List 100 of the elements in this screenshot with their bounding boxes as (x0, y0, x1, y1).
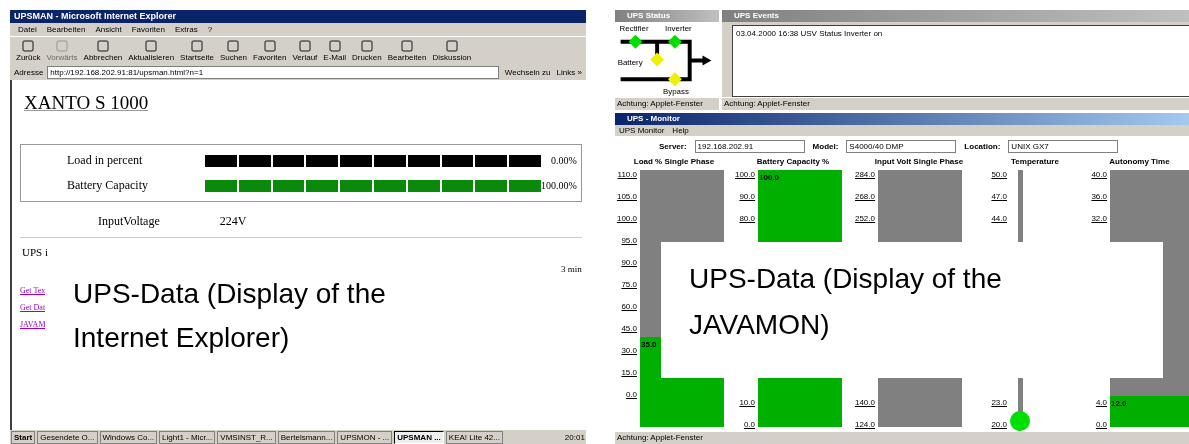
address-label: Adresse (14, 68, 44, 77)
voltage-value: 224V (219, 214, 247, 229)
input-field[interactable]: UNIX GX7 (1008, 140, 1119, 153)
node-label: Rectifier (619, 23, 649, 33)
taskbar-button[interactable]: KEA! Lite 42... (445, 430, 503, 444)
input-field[interactable]: S4000/40 DMP (846, 140, 957, 153)
toolbar-button[interactable]: Verlauf (290, 39, 320, 63)
gauge-title: Temperature (1010, 157, 1060, 168)
page-heading: XANTO S 1000 (24, 92, 149, 114)
tick-label: 105.0 (615, 192, 637, 201)
taskbar-button[interactable]: VMSINST_R... (217, 430, 276, 444)
tick-label: 268.0 (853, 192, 875, 201)
menu-item[interactable]: Extras (175, 25, 198, 34)
toolbar-button[interactable]: Abbrechen (81, 39, 125, 63)
menu-item[interactable]: UPS Monitor (619, 126, 665, 135)
gauge-value: 12.0 (1111, 399, 1127, 409)
bar-label: Load in percent (66, 153, 144, 168)
tick-label: 124.0 (853, 420, 875, 429)
tick-label: 44.0 (990, 214, 1007, 223)
square-icon (360, 40, 373, 52)
node-label: Battery (617, 58, 643, 68)
menu-item[interactable]: Ansicht (95, 25, 122, 34)
menu-item[interactable]: Help (672, 126, 689, 135)
toolbar-button[interactable]: Favoriten (251, 39, 289, 63)
tick-label: 36.0 (1090, 192, 1107, 201)
taskbar-button[interactable]: Bertelsmann... (277, 430, 336, 444)
status-bar: Achtung: Applet-Fenster (722, 97, 1189, 110)
square-icon (227, 40, 240, 52)
gauge-title: Battery Capacity % (755, 157, 831, 168)
window-title: UPS Events (722, 10, 1189, 22)
gauge-value: 100.0 (759, 173, 780, 182)
tick-label: 100.0 (615, 214, 637, 223)
taskbar-button[interactable]: UPSMAN ... (394, 430, 444, 444)
square-icon (145, 40, 158, 52)
status-bar: Achtung: Applet-Fenster (615, 431, 1189, 444)
window-title: UPS Status (615, 10, 719, 22)
voltage-label: InputVoltage (98, 214, 160, 229)
window-title: UPSMAN - Microsoft Internet Explorer (10, 10, 586, 23)
tick-label: 47.0 (990, 192, 1007, 201)
menu-item[interactable]: Favoriten (131, 25, 165, 34)
square-icon (96, 40, 109, 52)
square-icon (298, 40, 311, 52)
square-icon (263, 40, 276, 52)
field-label: Location: (964, 142, 1001, 151)
page-link[interactable]: Get Tex (20, 286, 46, 295)
toolbar-button[interactable]: E-Mail (321, 39, 348, 63)
menu-item[interactable]: Datei (18, 25, 37, 34)
square-icon (56, 40, 68, 52)
tick-label: 0.0 (624, 390, 637, 399)
tick-label: 0.0 (742, 420, 755, 429)
square-icon (22, 40, 35, 52)
gauge-title: Autonomy Time (1108, 157, 1171, 168)
go-button[interactable]: Wechseln zu (502, 68, 553, 77)
toolbar-button[interactable]: Bearbeiten (385, 39, 429, 63)
toolbar-button[interactable]: Drucken (349, 39, 384, 63)
tick-label: 90.0 (738, 192, 755, 201)
tick-label: 252.0 (853, 214, 875, 223)
tick-label: 95.0 (620, 236, 637, 245)
links-label[interactable]: Links » (556, 68, 582, 77)
gauge-value: 35.0 (641, 340, 657, 350)
tick-label: 10.0 (738, 398, 755, 407)
tick-label: 50.0 (990, 170, 1007, 179)
menu-item[interactable]: ? (207, 25, 213, 34)
square-icon (401, 40, 414, 52)
toolbar-button[interactable]: Suchen (217, 39, 250, 63)
bar-reading: 100.00% (541, 180, 577, 191)
address-field[interactable]: http://192.168.202.91:81/upsman.html?n=1 (47, 66, 499, 79)
window-title: UPS - Monitor (615, 113, 1189, 125)
taskbar-button[interactable]: Light1 - Micr... (159, 430, 216, 444)
toolbar-button[interactable]: Diskussion (430, 39, 474, 63)
tick-label: 60.0 (620, 302, 637, 311)
tick-label: 100.0 (733, 170, 755, 179)
bar-reading: 0.00% (551, 155, 577, 166)
toolbar-button[interactable]: Zurück (14, 39, 43, 63)
taskbar-button[interactable]: Gesendete O... (37, 430, 98, 444)
menu-item[interactable]: Bearbeiten (46, 25, 86, 34)
tick-label: 4.0 (1094, 398, 1107, 407)
tick-label: 45.0 (620, 324, 637, 333)
tick-label: 15.0 (620, 368, 637, 377)
page-link[interactable]: Get Dat (20, 303, 46, 312)
taskbar-button[interactable]: Windows Co... (99, 430, 158, 444)
toolbar-button[interactable]: Startseite (178, 39, 216, 63)
event-entry: 03.04.2000 16:38 USV Status Inverter on (736, 29, 884, 38)
tick-label: 40.0 (1090, 170, 1107, 179)
tick-label: 284.0 (853, 170, 875, 179)
tick-label: 32.0 (1090, 214, 1107, 223)
taskbar-button[interactable]: UPSMON - ... (337, 430, 393, 444)
caption: UPS-Data (Display of the JAVAMON) (661, 242, 1163, 378)
status-bar: Achtung: Applet-Fenster (615, 97, 719, 110)
tick-label: 140.0 (853, 398, 875, 407)
page-link[interactable]: JAVAM (20, 320, 46, 329)
field-label: Model: (812, 142, 839, 151)
start-button[interactable]: Start (11, 430, 36, 444)
input-field[interactable]: 192.168.202.91 (694, 140, 805, 153)
tick-label: 20.0 (990, 420, 1007, 429)
tick-label: 110.0 (616, 170, 637, 179)
gauge-title: Input Volt Single Phase (873, 157, 965, 168)
toolbar-button[interactable]: Aktualisieren (126, 39, 177, 63)
clock: 20:01 (564, 432, 585, 442)
tick-label: 30.0 (620, 346, 637, 355)
